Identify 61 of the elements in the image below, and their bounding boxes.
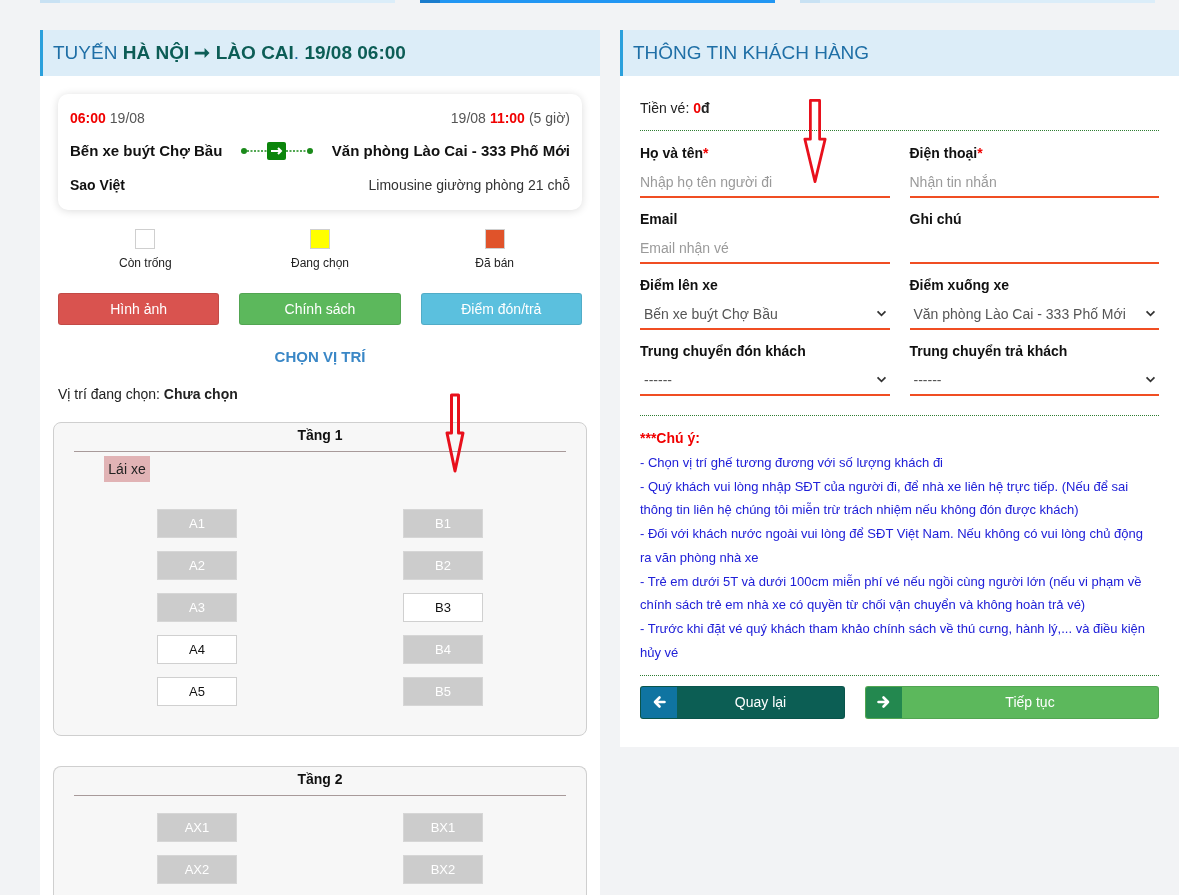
seat-button[interactable]: B3 — [403, 593, 483, 622]
step-tab[interactable] — [420, 0, 775, 3]
field-label: Điện thoại — [909, 143, 978, 163]
seat-section-heading: CHỌN VỊ TRÍ — [274, 347, 366, 367]
notice-item: - Trẻ em dưới 5T và dưới 100cm miễn phí vé nếu ngồi cùng người lớn (nếu vi phạm về chính sách trẻ em nhà xe có quyền từ chối vận chuyển và không hoàn trả vé) — [640, 572, 1143, 615]
back-button[interactable]: Quay lại — [640, 685, 845, 719]
panel-title: THÔNG TIN KHÁCH HÀNG — [633, 41, 870, 65]
arrival-time: 11:00 — [489, 108, 525, 128]
pickup-dropoff-button[interactable]: Điểm đón/trả — [420, 293, 582, 325]
seat-button[interactable]: A5 — [157, 677, 237, 706]
dropdown[interactable]: ------ — [909, 361, 1159, 396]
trip-duration: (5 giờ) — [528, 108, 570, 128]
field-label: Điểm lên xe — [640, 275, 718, 295]
arrow-left-icon — [641, 686, 677, 718]
policy-button[interactable]: Chính sách — [239, 293, 401, 325]
vehicle-type: Limousine giường phòng 21 chỗ — [368, 175, 570, 195]
fare-amount: 0 — [693, 98, 702, 118]
seat-button[interactable]: A4 — [157, 635, 237, 664]
dropdown[interactable]: Bến xe buýt Chợ Bầu — [640, 295, 890, 330]
chevron-down-icon — [875, 376, 887, 383]
deck-title: Tầng 2 — [297, 770, 343, 789]
notice-item: - Chọn vị trí ghế tương đương với số lượng khách đi — [640, 453, 944, 472]
panel-title: TUYẾN HÀ NỘI ➞ LÀO CAI. 19/08 06:00 — [53, 41, 406, 65]
arrow-right-icon — [866, 686, 902, 718]
driver-seat: Lái xe — [104, 456, 150, 482]
field-label: Trung chuyển trả khách — [909, 341, 1068, 361]
departure-date: 19/08 — [109, 108, 145, 128]
field-label: Điểm xuống xe — [909, 275, 1010, 295]
field-label: Trung chuyển đón khách — [640, 341, 806, 361]
field-label: Họ và tên — [640, 143, 703, 163]
departure-time: 06:00 — [70, 108, 106, 128]
fare-label: Tiền vé: — [640, 98, 690, 118]
required-mark: * — [977, 143, 983, 163]
notice-item: - Quý khách vui lòng nhập SĐT của người đi, để nhà xe liên hệ trực tiếp. (Nếu để sai thông tin liên hệ chúng tôi miễn trừ trách nhiệm nếu không đón được khách) — [640, 477, 1130, 520]
destination-name: Văn phòng Lào Cai - 333 Phố Mới — [331, 140, 570, 161]
required-mark: * — [703, 143, 709, 163]
notice-heading: ***Chú ý: — [640, 429, 700, 448]
chevron-down-icon — [1145, 376, 1156, 383]
operator-name: Sao Việt — [70, 175, 125, 195]
chevron-down-icon — [875, 310, 887, 317]
notice-item: - Trước khi đặt vé quý khách tham khảo chính sách về thú cưng, hành lý,... và điều kiện hủy vé — [640, 620, 1147, 662]
input-field[interactable]: Nhận tin nhắn — [909, 163, 1159, 198]
legend-label: Đang chọn — [290, 255, 349, 271]
route-arrow-icon — [241, 142, 314, 160]
origin-name: Bến xe buýt Chợ Bầu — [70, 140, 223, 161]
field-label: Email — [640, 209, 678, 229]
input-field[interactable]: Email nhận vé — [640, 229, 890, 264]
legend-label: Còn trống — [118, 255, 172, 271]
selected-seat-text: Vị trí đang chọn: Chưa chọn — [58, 385, 238, 404]
photos-button[interactable]: Hình ảnh — [58, 293, 220, 325]
deck-title: Tầng 1 — [297, 426, 343, 445]
next-button[interactable]: Tiếp tục — [865, 685, 1159, 719]
legend-label: Đã bán — [475, 255, 514, 271]
notice-item: - Đối với khách nước ngoài vui lòng để SĐT Việt Nam. Nếu không có vui lòng chủ động ra văn phòng nhà xe — [640, 525, 1144, 567]
input-field[interactable]: Nhập họ tên người đi — [640, 163, 890, 198]
currency-symbol: đ — [701, 98, 710, 118]
dropdown[interactable]: ------ — [640, 361, 890, 396]
arrival-date: 19/08 — [450, 108, 486, 128]
field-label: Ghi chú — [909, 209, 962, 229]
dropdown[interactable]: Văn phòng Lào Cai - 333 Phố Mới — [909, 295, 1159, 330]
chevron-down-icon — [1145, 310, 1156, 317]
